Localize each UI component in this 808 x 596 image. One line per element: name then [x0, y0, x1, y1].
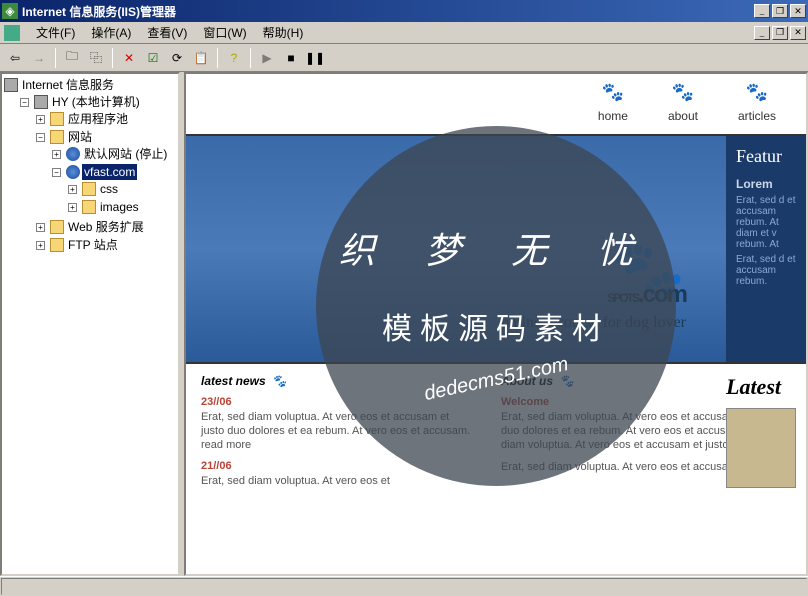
- menu-file[interactable]: 文件(F): [28, 22, 83, 43]
- expand-toggle[interactable]: +: [52, 150, 61, 159]
- menu-help[interactable]: 帮助(H): [255, 22, 312, 43]
- sidebar-text-1: Erat, sed d et accusam rebum. At diam et…: [736, 195, 796, 250]
- sidebar-text-2: Erat, sed d et accusam rebum.: [736, 254, 796, 287]
- collapse-toggle[interactable]: −: [52, 168, 61, 177]
- paw-icon: 🐾: [668, 82, 698, 103]
- brand-name: SPOTS.com: [501, 259, 686, 314]
- site-nav: 🐾home 🐾about 🐾articles: [186, 74, 806, 134]
- tree-css-folder[interactable]: css: [98, 181, 120, 197]
- nav-about[interactable]: 🐾about: [668, 82, 698, 126]
- latest-news-heading: latest news🐾: [201, 374, 471, 388]
- menu-action[interactable]: 操作(A): [83, 22, 139, 43]
- menu-view[interactable]: 查看(V): [139, 22, 195, 43]
- nav-home[interactable]: 🐾home: [598, 82, 628, 126]
- back-button[interactable]: ⇦: [4, 47, 26, 69]
- folder-icon: [50, 220, 64, 234]
- tagline: online resourse for dog lover: [501, 314, 686, 332]
- paw-icon: 🐾: [272, 374, 287, 388]
- tree-images-folder[interactable]: images: [98, 199, 141, 215]
- forward-button[interactable]: →: [28, 47, 50, 69]
- tree-root: Internet 信息服务 − HY (本地计算机) + 应用程序池 − 网站 + 默认…: [4, 76, 176, 256]
- folder-icon: [82, 182, 96, 196]
- separator: [112, 48, 113, 68]
- folder-icon: [50, 238, 64, 252]
- hero-text: SPOTS.com online resourse for dog lover: [501, 259, 686, 332]
- site-body: latest news🐾 23//06 Erat, sed diam volup…: [186, 364, 806, 498]
- collapse-toggle[interactable]: −: [20, 98, 29, 107]
- mdi-restore-button[interactable]: ❐: [772, 26, 788, 40]
- nav-articles[interactable]: 🐾articles: [738, 82, 776, 126]
- globe-icon: [66, 165, 80, 179]
- tree-pane[interactable]: Internet 信息服务 − HY (本地计算机) + 应用程序池 − 网站 + 默认…: [0, 72, 180, 576]
- status-cell: [1, 578, 807, 595]
- tree-computer[interactable]: HY (本地计算机): [50, 94, 142, 110]
- close-button[interactable]: ✕: [790, 4, 806, 18]
- collapse-toggle[interactable]: −: [36, 133, 45, 142]
- expand-toggle[interactable]: +: [36, 223, 45, 232]
- folder-icon: [82, 200, 96, 214]
- site-preview: 🐾home 🐾about 🐾articles 🐾 SPOTS.com onlin…: [186, 74, 806, 574]
- tree-sites[interactable]: 网站: [66, 129, 94, 145]
- expand-toggle[interactable]: +: [36, 241, 45, 250]
- feature-heading: Featur: [736, 146, 796, 167]
- content-pane: 🐾home 🐾about 🐾articles 🐾 SPOTS.com onlin…: [184, 72, 808, 576]
- toolbar: ⇦ → 🗀 ⿻ ✕ ☑ ⟳ 📋 ? ▶ ■ ❚❚: [0, 44, 808, 72]
- show-tree-button[interactable]: ⿻: [85, 47, 107, 69]
- separator: [217, 48, 218, 68]
- mdi-minimize-button[interactable]: _: [754, 26, 770, 40]
- help-button[interactable]: ?: [223, 47, 245, 69]
- mmc-icon: [4, 25, 20, 41]
- tree-vfast-site[interactable]: vfast.com: [82, 164, 137, 180]
- folder-icon: [50, 112, 64, 126]
- tree-app-pool[interactable]: 应用程序池: [66, 111, 130, 127]
- latest-col: Latest: [726, 374, 806, 488]
- properties-button[interactable]: ☑: [142, 47, 164, 69]
- delete-button[interactable]: ✕: [118, 47, 140, 69]
- folder-icon: [50, 130, 64, 144]
- site-hero: 🐾 SPOTS.com online resourse for dog love…: [186, 134, 806, 364]
- pause-button[interactable]: ❚❚: [304, 47, 326, 69]
- expand-toggle[interactable]: +: [68, 203, 77, 212]
- dog-thumbnail: [726, 408, 796, 488]
- separator: [55, 48, 56, 68]
- main-area: Internet 信息服务 − HY (本地计算机) + 应用程序池 − 网站 + 默认…: [0, 72, 808, 576]
- expand-toggle[interactable]: +: [68, 185, 77, 194]
- latest-heading: Latest: [726, 374, 806, 400]
- tree-default-site[interactable]: 默认网站 (停止): [82, 146, 169, 162]
- paw-icon: 🐾: [598, 82, 628, 103]
- news-date-1: 23//06: [201, 396, 471, 408]
- export-button[interactable]: 📋: [190, 47, 212, 69]
- separator: [250, 48, 251, 68]
- expand-toggle[interactable]: +: [36, 115, 45, 124]
- news-text-2: Erat, sed diam voluptua. At vero eos et: [201, 474, 471, 488]
- window-title: Internet 信息服务(IIS)管理器: [22, 3, 752, 20]
- menu-bar: 文件(F) 操作(A) 查看(V) 窗口(W) 帮助(H) _ ❐ ✕: [0, 22, 808, 44]
- stop-button[interactable]: ■: [280, 47, 302, 69]
- paw-icon: 🐾: [738, 82, 776, 103]
- paw-icon: 🐾: [559, 374, 574, 388]
- menu-window[interactable]: 窗口(W): [195, 22, 254, 43]
- server-icon: [4, 78, 18, 92]
- globe-icon: [66, 147, 80, 161]
- minimize-button[interactable]: _: [754, 4, 770, 18]
- latest-news-col: latest news🐾 23//06 Erat, sed diam volup…: [201, 374, 471, 488]
- tree-web-ext[interactable]: Web 服务扩展: [66, 219, 146, 235]
- hero-sidebar: Featur Lorem Erat, sed d et accusam rebu…: [726, 136, 806, 362]
- app-icon: ◈: [2, 3, 18, 19]
- lorem-heading: Lorem: [736, 177, 796, 191]
- refresh-button[interactable]: ⟳: [166, 47, 188, 69]
- maximize-button[interactable]: ❐: [772, 4, 788, 18]
- play-button[interactable]: ▶: [256, 47, 278, 69]
- status-bar: [0, 576, 808, 596]
- computer-icon: [34, 95, 48, 109]
- up-button[interactable]: 🗀: [61, 47, 83, 69]
- mdi-close-button[interactable]: ✕: [790, 26, 806, 40]
- tree-ftp[interactable]: FTP 站点: [66, 237, 120, 253]
- window-titlebar: ◈ Internet 信息服务(IIS)管理器 _ ❐ ✕: [0, 0, 808, 22]
- news-text-1: Erat, sed diam voluptua. At vero eos et …: [201, 410, 471, 452]
- news-date-2: 21//06: [201, 460, 471, 472]
- tree-internet-info[interactable]: Internet 信息服务: [20, 77, 116, 93]
